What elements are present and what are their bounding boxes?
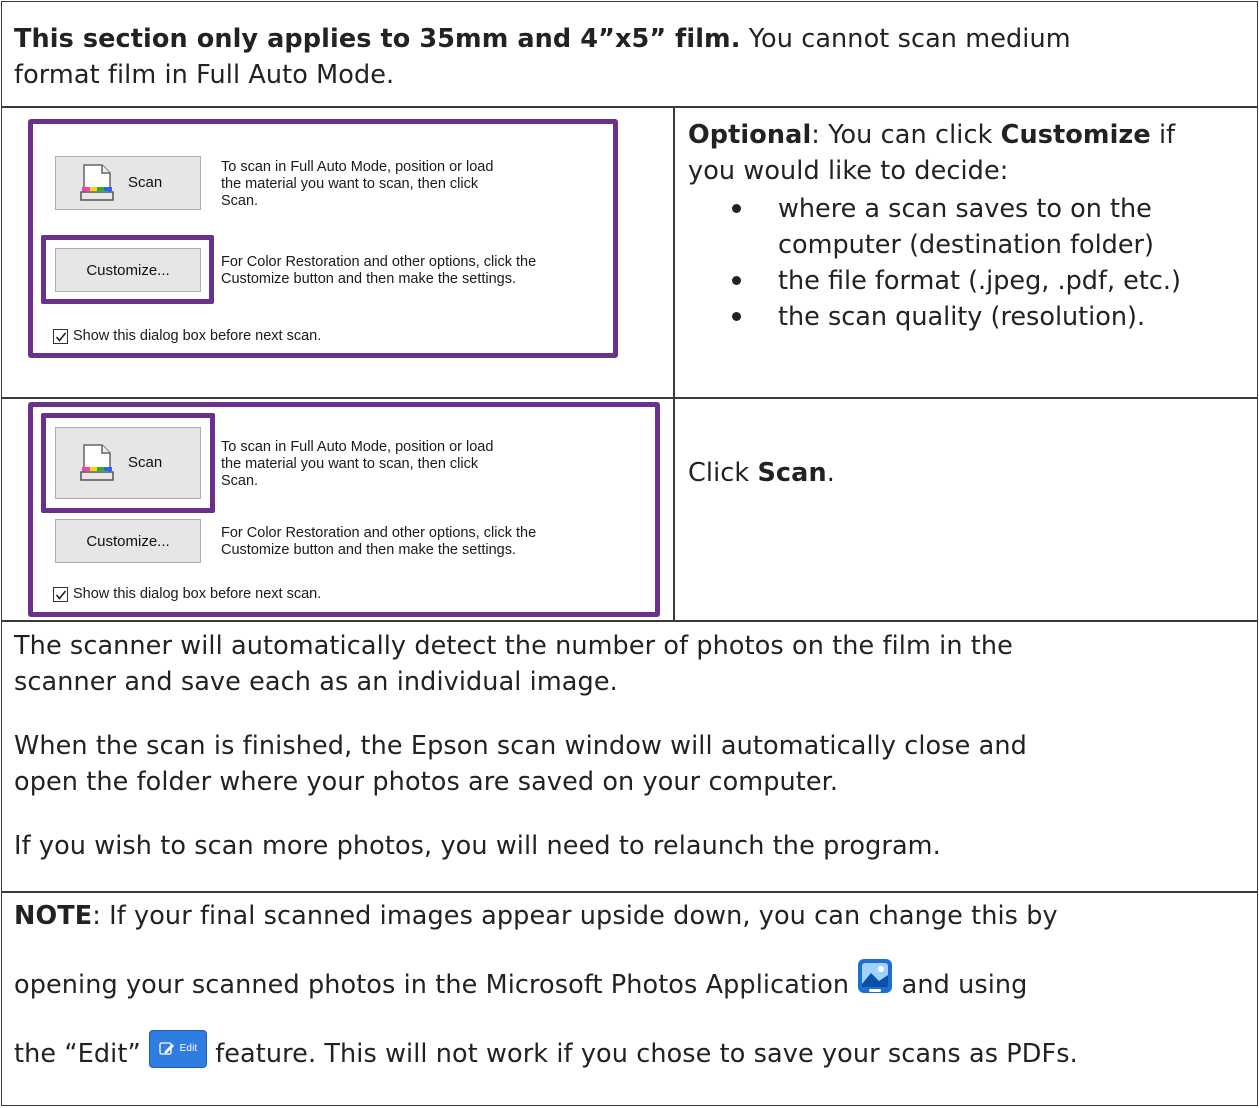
info-paragraph-3: If you wish to scan more photos, you wil… [14, 828, 1244, 864]
edit-button-label: Edit [179, 1043, 198, 1054]
scan-desc-line1: To scan in Full Auto Mode, position or l… [221, 159, 494, 175]
document: This section only applies to 35mm and 4”… [0, 0, 1259, 1108]
note-line3-a: the “Edit” [14, 1039, 141, 1069]
row-divider-4 [1, 891, 1258, 893]
bullet-3: the scan quality (resolution). [778, 302, 1146, 332]
period: . [826, 458, 835, 488]
bullet-icon [732, 276, 741, 285]
customize-description: For Color Restoration and other options,… [221, 525, 536, 559]
customize-button[interactable]: Customize... [55, 519, 201, 563]
optional-tail: if [1150, 120, 1176, 150]
dialog-screenshot-scan: Scan To scan in Full Auto Mode, position… [28, 402, 660, 617]
customize-button-label: Customize... [86, 532, 170, 550]
click-scan-text: Click Scan. [688, 455, 1248, 491]
info-paragraph-2: When the scan is finished, the Epson sca… [14, 728, 1244, 800]
row-divider-1 [1, 106, 1258, 108]
row-divider-3 [1, 620, 1258, 622]
info-p2-line1: When the scan is finished, the Epson sca… [14, 731, 1027, 761]
intro-rest: You cannot scan medium [740, 24, 1071, 54]
bullet-1-line1: where a scan saves to on the [778, 194, 1152, 224]
customize-desc-line2: Customize button and then make the setti… [221, 542, 517, 558]
scan-description: To scan in Full Auto Mode, position or l… [221, 159, 493, 210]
options-list: where a scan saves to on the computer (de… [718, 191, 1253, 335]
customize-bold: Customize [1000, 120, 1151, 150]
intro-bold: This section only applies to 35mm and 4”… [14, 24, 741, 54]
edit-pencil-icon [159, 1042, 174, 1055]
show-dialog-checkbox[interactable] [53, 587, 68, 602]
scan-highlight [41, 413, 215, 513]
scan-bold: Scan [757, 458, 827, 488]
checkbox-label: Show this dialog box before next scan. [73, 586, 322, 602]
customize-highlight [41, 235, 214, 304]
edit-button-image: Edit [148, 1030, 207, 1068]
customize-description: For Color Restoration and other options,… [221, 254, 536, 288]
list-item: where a scan saves to on the computer (de… [718, 191, 1253, 263]
scanner-icon [80, 163, 114, 203]
note-line2-a: opening your scanned photos in the Micro… [14, 970, 850, 1000]
note-line-2: opening your scanned photos in the Micro… [14, 959, 1249, 1004]
intro-line2: format film in Full Auto Mode. [14, 60, 395, 90]
scan-button[interactable]: Scan [55, 156, 201, 210]
bullet-1-line2: computer (destination folder) [778, 230, 1154, 260]
info-p2-line2: open the folder where your photos are sa… [14, 767, 839, 797]
note-bold: NOTE [14, 901, 93, 931]
info-p1-line1: The scanner will automatically detect th… [14, 631, 1013, 661]
scan-desc-line2: the material you want to scan, then clic… [221, 456, 479, 472]
customize-desc-line1: For Color Restoration and other options,… [221, 254, 537, 270]
show-dialog-checkbox[interactable] [53, 329, 68, 344]
click-word: Click [688, 458, 758, 488]
checkmark-icon [55, 332, 67, 342]
optional-line2: you would like to decide: [688, 156, 1009, 186]
microsoft-photos-icon [857, 958, 893, 1004]
list-item: the scan quality (resolution). [718, 299, 1253, 335]
checkbox-label: Show this dialog box before next scan. [73, 328, 322, 344]
note-line2-b: and using [893, 970, 1028, 1000]
scan-desc-line3: Scan. [221, 473, 259, 489]
note-line1-rest: : If your final scanned images appear up… [92, 901, 1058, 931]
note-line-3: the “Edit” Edit feature. This will not w… [14, 1030, 1254, 1072]
scan-desc-line3: Scan. [221, 193, 259, 209]
row-divider-2 [1, 397, 1258, 399]
info-paragraph-1: The scanner will automatically detect th… [14, 628, 1244, 700]
scan-desc-line2: the material you want to scan, then clic… [221, 176, 479, 192]
scan-description: To scan in Full Auto Mode, position or l… [221, 439, 493, 490]
optional-text: Optional: You can click Customize if you… [688, 117, 1248, 189]
bullet-icon [732, 312, 741, 321]
optional-bold: Optional [688, 120, 812, 150]
intro-text: This section only applies to 35mm and 4”… [14, 21, 1244, 93]
bullet-2: the file format (.jpeg, .pdf, etc.) [778, 266, 1181, 296]
customize-desc-line2: Customize button and then make the setti… [221, 271, 517, 287]
info-p1-line2: scanner and save each as an individual i… [14, 667, 618, 697]
column-divider [673, 106, 675, 620]
info-p3: If you wish to scan more photos, you wil… [14, 831, 941, 861]
note-line3-b: feature. This will not work if you chose… [206, 1039, 1078, 1069]
note-line-1: NOTE: If your final scanned images appea… [14, 898, 1249, 934]
list-item: the file format (.jpeg, .pdf, etc.) [718, 263, 1253, 299]
customize-desc-line1: For Color Restoration and other options,… [221, 525, 537, 541]
bullet-icon [732, 204, 741, 213]
scan-desc-line1: To scan in Full Auto Mode, position or l… [221, 439, 494, 455]
scan-button-label: Scan [128, 174, 163, 191]
checkmark-icon [55, 590, 67, 600]
optional-rest: : You can click [811, 120, 1001, 150]
dialog-screenshot-customize: Scan To scan in Full Auto Mode, position… [28, 119, 618, 358]
